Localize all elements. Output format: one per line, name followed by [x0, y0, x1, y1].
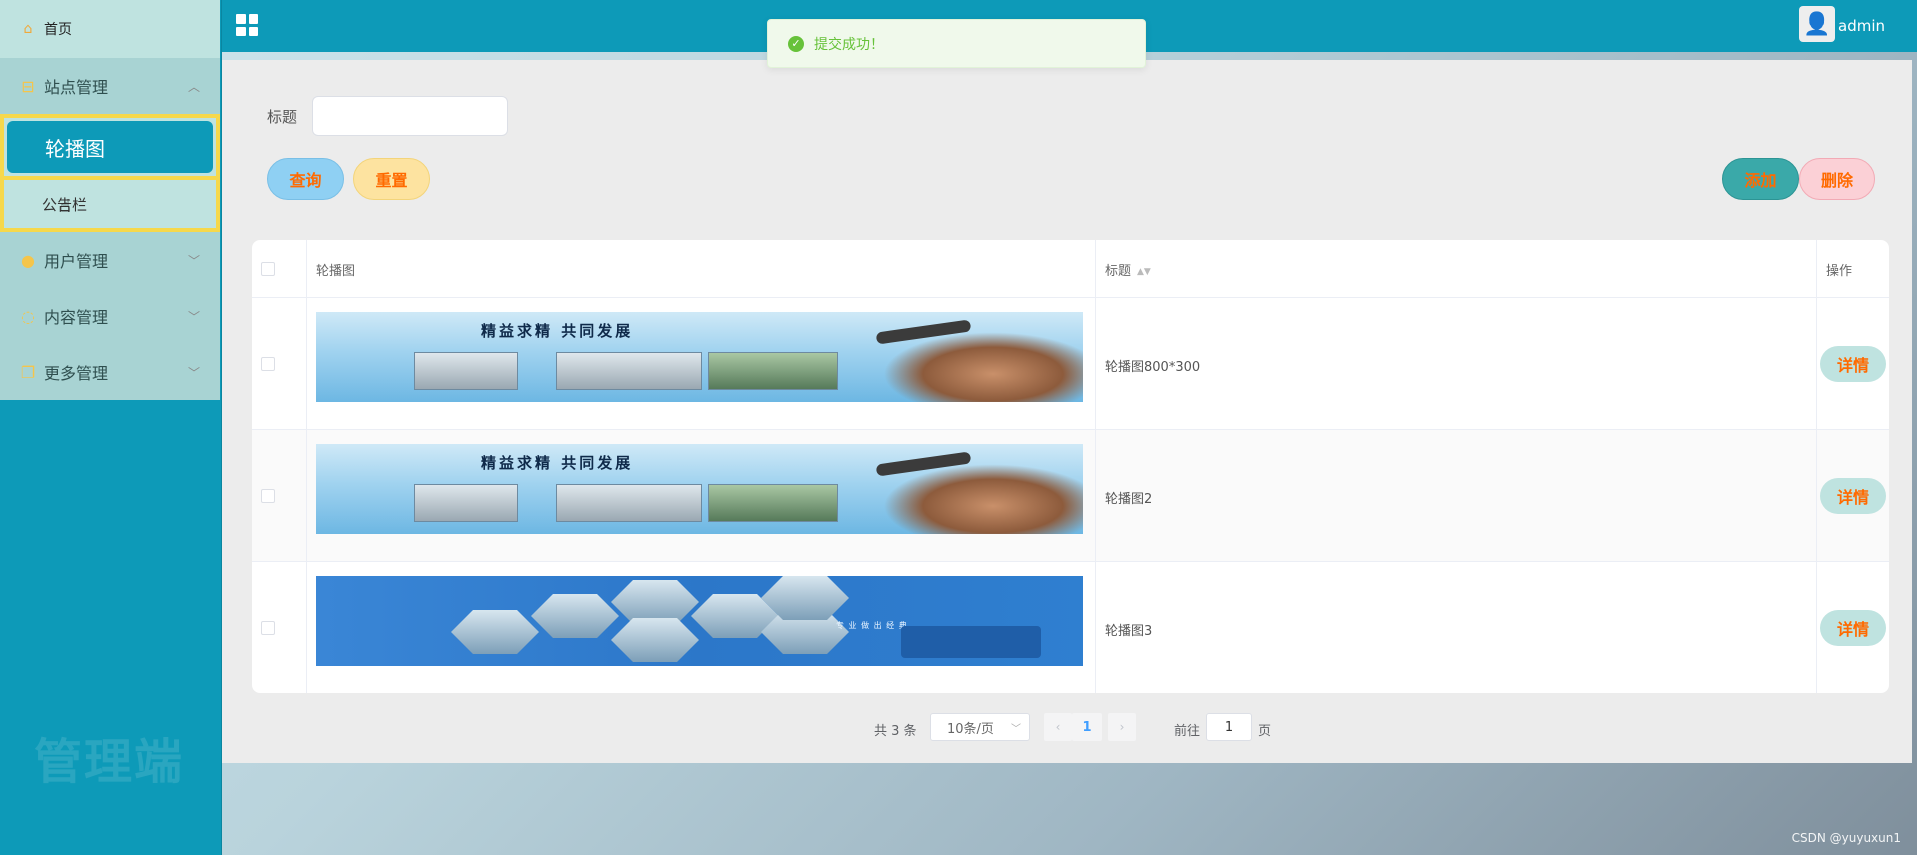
row-title: 轮播图2 — [1105, 492, 1153, 507]
detail-button[interactable]: 详情 — [1820, 610, 1886, 646]
prev-page-button[interactable]: ‹ — [1044, 713, 1072, 741]
sidebar-item-content-management[interactable]: ◌ 内容管理 ﹀ — [0, 288, 220, 344]
carousel-image: 精益求精 共同发展 — [316, 312, 1083, 402]
column-header-image: 轮播图 — [316, 264, 356, 279]
title-search-input[interactable] — [312, 96, 508, 136]
grid-menu-icon[interactable] — [236, 14, 258, 36]
lab-photo — [708, 352, 838, 390]
chevron-down-icon: ﹀ — [187, 365, 200, 380]
chevron-down-icon: ﹀ — [187, 309, 200, 324]
mouse-cursor-icon: ☝ — [60, 196, 71, 217]
sidebar-item-label: 用户管理 — [44, 252, 109, 271]
username[interactable]: admin — [1838, 17, 1885, 35]
chevron-up-icon: ︿ — [187, 79, 200, 94]
submenu-site-management: 轮播图 公告栏 — [0, 114, 220, 232]
banner-slogan: 精益求精 共同发展 — [481, 322, 634, 340]
page-suffix: 页 — [1258, 724, 1272, 739]
sidebar-item-label: 更多管理 — [44, 364, 109, 383]
column-divider — [306, 240, 307, 693]
sidebar-item-carousel[interactable]: 轮播图 — [7, 121, 213, 173]
table-row: 精益求精 共同发展 轮播图800*300 详情 — [252, 298, 1889, 430]
row-title: 轮播图800*300 — [1105, 360, 1201, 375]
lab-photo — [611, 618, 699, 662]
row-title: 轮播图3 — [1105, 624, 1153, 639]
table-header: 轮播图 标题 ▲▼ 操作 — [252, 240, 1889, 298]
detail-button[interactable]: 详情 — [1820, 346, 1886, 382]
lab-photo — [556, 484, 702, 522]
chat-icon: ◌ — [21, 306, 35, 326]
sidebar-menu: ⌂ 首页 ⊟ 站点管理 ︿ 轮播图 公告栏 ● 用户管理 ﹀ ◌ 内容管理 ﹀ — [0, 0, 220, 400]
sidebar-item-label: 轮播图 — [45, 136, 105, 161]
sidebar-item-more-management[interactable]: ❐ 更多管理 ﹀ — [0, 344, 220, 400]
carousel-table: 轮播图 标题 ▲▼ 操作 精益求精 共同发展 轮播图800*300 详情 精益求… — [252, 240, 1889, 693]
check-circle-icon: ✓ — [788, 35, 804, 52]
lab-photo — [556, 352, 702, 390]
select-all-checkbox[interactable] — [261, 262, 275, 276]
lab-photo — [414, 484, 518, 522]
query-button[interactable]: 查询 — [267, 158, 344, 200]
lab-photo — [611, 580, 699, 624]
detail-button[interactable]: 详情 — [1820, 478, 1886, 514]
row-checkbox[interactable] — [261, 489, 275, 503]
copy-icon: ❐ — [20, 362, 36, 382]
sidebar-item-site-management[interactable]: ⊟ 站点管理 ︿ — [0, 58, 220, 114]
sidebar: ⌂ 首页 ⊟ 站点管理 ︿ 轮播图 公告栏 ● 用户管理 ﹀ ◌ 内容管理 ﹀ — [0, 0, 222, 855]
page-size-select[interactable]: 10条/页 ﹀ — [930, 713, 1030, 741]
row-checkbox[interactable] — [261, 621, 275, 635]
add-button[interactable]: 添加 — [1722, 158, 1799, 200]
row-checkbox[interactable] — [261, 357, 275, 371]
column-header-title-label: 标题 — [1105, 264, 1132, 279]
sidebar-item-label: 站点管理 — [44, 78, 109, 97]
banner-slogan: 精益求精 共同发展 — [481, 454, 634, 472]
success-toast: ✓ 提交成功！ — [767, 19, 1146, 68]
carousel-image: 专 业 做 出 经 典 — [316, 576, 1083, 666]
carousel-image: 精益求精 共同发展 — [316, 444, 1083, 534]
home-icon: ⌂ — [23, 21, 33, 37]
hands-graphic — [883, 332, 1083, 402]
chevron-down-icon: ﹀ — [1011, 723, 1021, 735]
column-divider — [1816, 240, 1817, 693]
page-number[interactable]: 1 — [1072, 713, 1102, 741]
sidebar-item-label: 首页 — [44, 22, 72, 38]
delete-button[interactable]: 删除 — [1799, 158, 1875, 200]
column-header-actions: 操作 — [1826, 264, 1853, 279]
main-content: 标题 查询 重置 添加 删除 轮播图 标题 ▲▼ 操作 精益求精 共同发展 轮播图… — [222, 60, 1912, 763]
lab-photo — [414, 352, 518, 390]
banner-slogan: 专 业 做 出 经 典 — [836, 621, 908, 630]
search-label: 标题 — [267, 108, 298, 126]
lab-photo — [708, 484, 838, 522]
lab-photo — [451, 610, 539, 654]
goto-page-input[interactable]: 1 — [1206, 713, 1252, 741]
page-size-value: 10条/页 — [947, 721, 994, 737]
hands-graphic — [883, 464, 1083, 534]
chevron-down-icon: ﹀ — [187, 253, 200, 268]
cart-icon: ⊟ — [21, 76, 35, 96]
total-count: 共 3 条 — [874, 724, 917, 739]
column-divider — [1095, 240, 1096, 693]
toast-message: 提交成功！ — [814, 36, 884, 53]
sidebar-item-label: 内容管理 — [44, 308, 109, 327]
sidebar-item-home[interactable]: ⌂ 首页 — [0, 0, 220, 58]
table-row: 精益求精 共同发展 轮播图2 详情 — [252, 430, 1889, 562]
avatar[interactable]: 👤 — [1799, 6, 1835, 42]
next-page-button[interactable]: › — [1108, 713, 1136, 741]
keyboard-graphic — [901, 626, 1041, 658]
user-icon: ● — [21, 250, 35, 270]
lab-photo — [531, 594, 619, 638]
sidebar-watermark: 管理端 — [34, 734, 185, 790]
goto-label: 前往 — [1174, 724, 1201, 739]
sidebar-item-user-management[interactable]: ● 用户管理 ﹀ — [0, 232, 220, 288]
reset-button[interactable]: 重置 — [353, 158, 430, 200]
sidebar-item-notice-board[interactable]: 公告栏 — [4, 176, 216, 228]
credit-text: CSDN @yuyuxun1 — [1791, 831, 1901, 845]
pagination: 共 3 条 10条/页 ﹀ ‹ 1 › 前往 1 页 — [222, 713, 1912, 741]
table-row: 专 业 做 出 经 典 轮播图3 详情 — [252, 562, 1889, 693]
sort-icon[interactable]: ▲▼ — [1137, 267, 1151, 277]
column-header-title[interactable]: 标题 ▲▼ — [1105, 260, 1151, 279]
